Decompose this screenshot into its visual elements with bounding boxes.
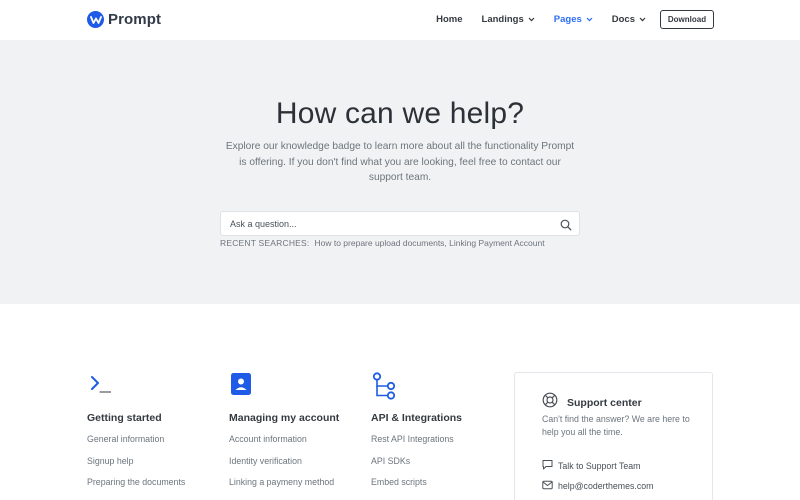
- category-title: Managing my account: [229, 412, 340, 424]
- support-header: Support center: [542, 392, 642, 413]
- category-getting-started: Getting started General information Sign…: [87, 372, 227, 499]
- nav-item-label: Home: [436, 14, 463, 25]
- nav-item-pages[interactable]: Pages: [554, 14, 593, 25]
- logo-mark-icon: [87, 11, 104, 28]
- talk-to-support-link[interactable]: Talk to Support Team: [542, 459, 640, 472]
- category-link[interactable]: Account information: [229, 434, 369, 456]
- search-icon[interactable]: [560, 218, 572, 231]
- category-link[interactable]: Rest API Integrations: [371, 434, 511, 456]
- hero-description: Explore our knowledge badge to learn mor…: [225, 141, 575, 183]
- support-center-card: Support center Can't find the answer? We…: [514, 372, 713, 500]
- hero-section: How can we help? Explore our knowledge b…: [0, 40, 800, 304]
- brand-logo[interactable]: Prompt: [87, 11, 161, 28]
- mail-icon: [542, 480, 553, 492]
- category-link[interactable]: Identity verification: [229, 456, 369, 478]
- nav-item-label: Landings: [481, 14, 524, 25]
- support-email-link[interactable]: help@coderthemes.com: [542, 480, 653, 492]
- support-email: help@coderthemes.com: [558, 481, 654, 491]
- category-link[interactable]: Signup help: [87, 456, 227, 478]
- main-nav: Home Landings Pages Docs Download: [436, 10, 714, 29]
- nav-item-label: Pages: [553, 14, 582, 25]
- category-link[interactable]: General information: [87, 434, 227, 456]
- brand-name: Prompt: [108, 11, 162, 28]
- chevron-down-icon: [528, 14, 535, 25]
- recent-searches-items[interactable]: How to prepare upload documents, Linking…: [314, 238, 544, 248]
- download-button[interactable]: Download: [660, 10, 714, 29]
- chat-icon: [542, 459, 553, 472]
- category-managing-account: Managing my account Account information …: [229, 372, 369, 499]
- search-box: [220, 211, 580, 236]
- recent-searches: Recent Searches: How to prepare upload d…: [220, 238, 545, 248]
- search-input[interactable]: [221, 212, 541, 235]
- support-description: Can't find the answer? We are here to he…: [542, 414, 690, 437]
- category-link[interactable]: API SDKs: [371, 456, 511, 478]
- integration-flow-icon: [371, 372, 396, 400]
- support-title: Support center: [567, 396, 642, 409]
- nav-item-landings[interactable]: Landings: [482, 14, 535, 25]
- category-link[interactable]: Preparing the documents: [87, 477, 227, 499]
- user-card-icon: [229, 372, 253, 396]
- chevron-down-icon: [586, 14, 593, 25]
- recent-searches-label: Recent Searches:: [220, 238, 310, 248]
- navbar: Prompt Home Landings Pages Docs Download: [0, 0, 800, 40]
- nav-item-docs[interactable]: Docs: [612, 14, 646, 25]
- nav-item-label: Docs: [611, 14, 635, 25]
- talk-to-support-label: Talk to Support Team: [558, 460, 641, 471]
- nav-item-home[interactable]: Home: [436, 14, 462, 25]
- terminal-icon: [87, 372, 112, 396]
- category-title: Getting started: [87, 412, 162, 424]
- category-api-integrations: API & Integrations Rest API Integrations…: [371, 372, 511, 499]
- chevron-down-icon: [639, 14, 646, 25]
- category-link[interactable]: Embed scripts: [371, 477, 511, 499]
- category-title: API & Integrations: [371, 412, 463, 424]
- page-title: How can we help?: [275, 97, 525, 130]
- category-link[interactable]: Linking a paymeny method: [229, 477, 369, 499]
- lifebuoy-icon: [542, 392, 558, 413]
